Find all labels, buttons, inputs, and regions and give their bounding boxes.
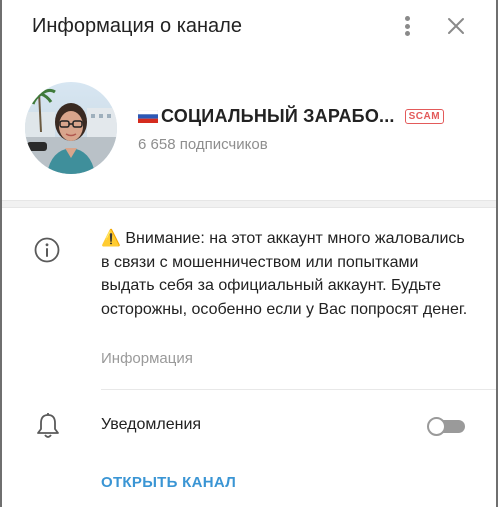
section-divider — [2, 200, 496, 208]
info-icon — [33, 236, 61, 264]
channel-name-row: СОЦИАЛЬНЫЙ ЗАРАБО... SCAM — [138, 104, 445, 128]
panel-title: Информация о канале — [32, 15, 242, 37]
avatar[interactable] — [25, 82, 117, 174]
panel-header: Информация о канале — [2, 0, 496, 54]
scam-warning: ⚠️ Внимание: на этот аккаунт много жалов… — [101, 227, 473, 321]
channel-info-panel: Информация о канале СОЦИАЛЬНЫЙ ЗАРАБО...… — [2, 0, 496, 507]
divider — [101, 389, 496, 390]
kebab-menu-icon[interactable] — [398, 13, 416, 39]
notifications-label: Уведомления — [101, 416, 202, 433]
bell-icon — [35, 412, 61, 440]
warning-icon: ⚠️ — [101, 230, 121, 247]
russia-flag-icon — [138, 109, 158, 123]
kebab-dot — [404, 31, 410, 36]
scam-badge: SCAM — [404, 108, 445, 124]
info-label: Информация — [101, 350, 193, 367]
channel-name: СОЦИАЛЬНЫЙ ЗАРАБО... — [161, 105, 395, 126]
kebab-dot — [404, 23, 410, 29]
close-icon[interactable] — [444, 14, 468, 38]
open-channel-button[interactable]: ОТКРЫТЬ КАНАЛ — [101, 474, 236, 491]
subscriber-count: 6 658 подписчиков — [138, 136, 268, 153]
notifications-toggle[interactable] — [427, 417, 465, 436]
profile-section: СОЦИАЛЬНЫЙ ЗАРАБО... SCAM 6 658 подписчи… — [2, 54, 496, 200]
toggle-knob — [427, 417, 446, 436]
kebab-dot — [404, 16, 410, 21]
warning-text: Внимание: на этот аккаунт много жаловали… — [101, 230, 468, 318]
